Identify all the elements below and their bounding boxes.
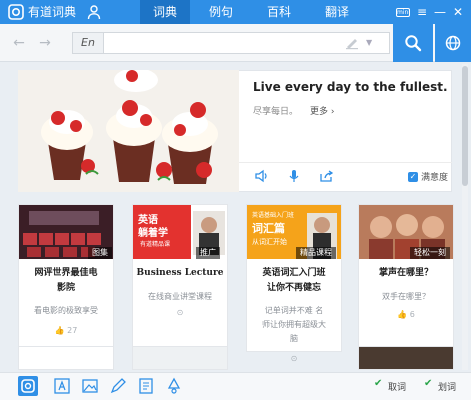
select-translate-toggle[interactable]: 划词 <box>438 380 456 393</box>
youdao-logo-icon <box>8 4 24 20</box>
tab-encyclopedia[interactable]: 百科 <box>254 0 304 24</box>
user-icon[interactable] <box>86 4 102 20</box>
tab-dictionary[interactable]: 词典 <box>140 0 190 24</box>
scrollbar-thumb[interactable] <box>462 66 468 186</box>
card-title: Business Lecture <box>136 268 224 278</box>
check-icon: ✔ <box>374 378 383 389</box>
card-title: 掌声在哪里？ <box>378 268 433 278</box>
menu-button[interactable]: ≡ <box>414 4 430 20</box>
feed-card-partial[interactable] <box>132 346 228 370</box>
globe-icon <box>445 35 461 51</box>
feed-card-partial[interactable] <box>18 346 114 370</box>
card-description: 双手在哪里？ <box>382 292 430 301</box>
share-icon[interactable] <box>318 168 334 184</box>
satisfaction-label: 满意度 <box>421 173 449 183</box>
tab-translate[interactable]: 翻译 <box>312 0 362 24</box>
satisfaction-checkbox[interactable]: ✓ <box>408 172 418 182</box>
daily-quote: Live every day to the fullest. <box>253 80 448 94</box>
card-tag: 轻松一刻 <box>410 247 450 259</box>
card-likes: 👍 27 <box>54 326 78 335</box>
minimize-button[interactable]: — <box>432 4 448 20</box>
card-description: 在线商业讲堂课程 <box>148 292 212 301</box>
card-description: 记单词并不难 名 师让你拥有超级大 脑 <box>262 306 326 343</box>
tab-examples[interactable]: 例句 <box>196 0 246 24</box>
thumb-text: 有道精品课 <box>140 241 171 248</box>
youdao-logo-icon <box>21 379 35 393</box>
card-tag: 推广 <box>196 247 220 259</box>
pencil-icon[interactable] <box>108 376 128 396</box>
thumb-text: 英语基础入门班 <box>252 212 295 219</box>
card-dot-icon: ⊙ <box>290 354 298 363</box>
app-name: 有道词典 <box>28 5 77 19</box>
web-translate-button[interactable] <box>435 24 471 62</box>
daily-quote-translation: 尽享每日。 <box>253 107 299 117</box>
notebook-icon[interactable] <box>136 376 156 396</box>
dictionary-mode-button[interactable] <box>18 376 38 396</box>
mini-mode-button[interactable]: mini <box>396 8 410 17</box>
microphone-icon[interactable] <box>286 168 302 184</box>
text-translate-icon[interactable] <box>52 376 72 396</box>
banner-divider <box>239 162 452 163</box>
feed-card-partial[interactable] <box>358 346 454 370</box>
cupcakes-image[interactable] <box>18 70 239 192</box>
speaker-icon[interactable] <box>254 168 270 184</box>
back-arrow-icon[interactable]: ← <box>10 34 28 52</box>
card-description: 看电影的极致享受 <box>34 306 98 315</box>
card-tag: 图集 <box>88 247 112 259</box>
card-title: 英语词汇入门班 让你不再健忘 <box>262 268 326 293</box>
thumb-text: 从词汇开始 <box>252 238 287 246</box>
thumbs-up-icon: 👍 <box>54 326 65 335</box>
handwriting-pen-icon[interactable] <box>344 36 360 50</box>
word-pick-toggle[interactable]: 取词 <box>388 380 406 393</box>
card-likes: 👍 6 <box>397 310 415 319</box>
forward-arrow-icon[interactable]: → <box>36 34 54 52</box>
search-button[interactable] <box>393 24 433 62</box>
check-icon: ✔ <box>424 378 433 389</box>
more-link[interactable]: 更多 › <box>310 104 334 117</box>
language-selector[interactable]: En <box>72 32 104 54</box>
recycle-icon[interactable] <box>164 376 184 396</box>
search-icon <box>405 35 422 52</box>
card-dot-icon: ⊙ <box>176 308 184 317</box>
chevron-down-icon[interactable]: ▼ <box>366 36 376 50</box>
thumb-text: 躺着学 <box>138 228 168 239</box>
close-button[interactable]: ✕ <box>450 4 466 20</box>
card-tag: 精品课程 <box>296 247 336 259</box>
thumb-text: 词汇篇 <box>252 222 285 235</box>
image-translate-icon[interactable] <box>80 376 100 396</box>
card-title: 网评世界最佳电 影院 <box>34 268 98 293</box>
thumbs-up-icon: 👍 <box>397 310 408 319</box>
